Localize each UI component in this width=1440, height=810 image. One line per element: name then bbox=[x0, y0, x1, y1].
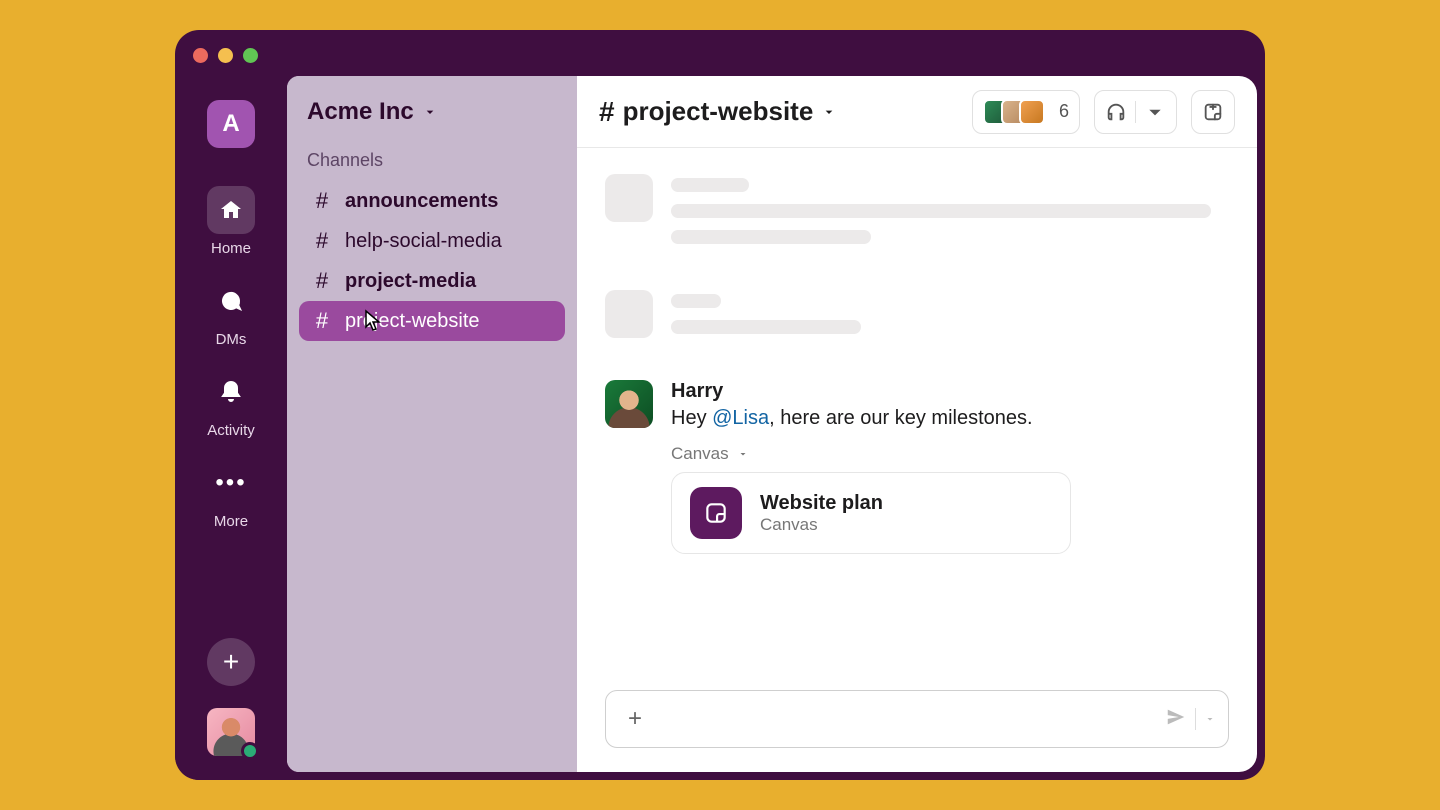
channel-project-media[interactable]: # project-media bbox=[299, 261, 565, 301]
channel-label: project-media bbox=[345, 270, 476, 293]
workspace-name-label: Acme Inc bbox=[307, 98, 414, 126]
hash-icon: # bbox=[313, 188, 331, 214]
window-close-button[interactable] bbox=[193, 48, 208, 63]
home-icon bbox=[207, 186, 255, 234]
channel-sidebar: Acme Inc Channels # announcements # help-so… bbox=[287, 76, 577, 772]
app-window: A Home DMs Activity bbox=[175, 30, 1265, 780]
ellipsis-icon: ••• bbox=[207, 459, 255, 507]
user-menu[interactable] bbox=[207, 708, 255, 756]
attachment-type-label[interactable]: Canvas bbox=[671, 444, 1229, 464]
member-count: 6 bbox=[1059, 101, 1069, 122]
channel-announcements[interactable]: # announcements bbox=[299, 181, 565, 221]
channel-label: help-social-media bbox=[345, 230, 502, 253]
nav-more[interactable]: ••• More bbox=[175, 449, 287, 540]
channel-title-button[interactable]: # project-website bbox=[599, 96, 837, 128]
nav-more-label: More bbox=[214, 513, 248, 530]
presence-indicator bbox=[241, 742, 259, 760]
skeleton-message bbox=[605, 290, 1229, 346]
message-avatar[interactable] bbox=[605, 380, 653, 428]
attachment-title: Website plan bbox=[760, 492, 883, 515]
message-composer[interactable]: + bbox=[605, 690, 1229, 748]
channels-section-label: Channels bbox=[299, 150, 565, 171]
channel-help-social-media[interactable]: # help-social-media bbox=[299, 221, 565, 261]
nav-home[interactable]: Home bbox=[175, 176, 287, 267]
canvas-icon bbox=[690, 487, 742, 539]
message: Harry Hey @Lisa, here are our key milest… bbox=[605, 380, 1229, 554]
message-author[interactable]: Harry bbox=[671, 380, 1229, 403]
channel-label: project-website bbox=[345, 310, 480, 333]
hash-icon: # bbox=[313, 268, 331, 294]
nav-activity-label: Activity bbox=[207, 422, 255, 439]
channel-title-label: project-website bbox=[623, 96, 814, 127]
composer-attach-button[interactable]: + bbox=[618, 702, 652, 736]
headphones-icon bbox=[1105, 101, 1127, 123]
channel-view: # project-website 6 bbox=[577, 76, 1257, 772]
huddle-button[interactable] bbox=[1094, 90, 1177, 134]
nav-home-label: Home bbox=[211, 240, 251, 257]
window-controls bbox=[193, 48, 258, 63]
chat-icon bbox=[207, 277, 255, 325]
window-minimize-button[interactable] bbox=[218, 48, 233, 63]
message-text: Hey @Lisa, here are our key milestones. bbox=[671, 407, 1229, 430]
channel-canvas-button[interactable] bbox=[1191, 90, 1235, 134]
workspace-menu[interactable]: Acme Inc bbox=[299, 98, 565, 126]
chevron-down-icon bbox=[422, 104, 438, 120]
mention-link[interactable]: @Lisa bbox=[712, 407, 769, 429]
canvas-attachment[interactable]: Website plan Canvas bbox=[671, 472, 1071, 554]
nav-rail: A Home DMs Activity bbox=[175, 76, 287, 780]
nav-activity[interactable]: Activity bbox=[175, 358, 287, 449]
nav-dms-label: DMs bbox=[216, 331, 247, 348]
send-button[interactable] bbox=[1165, 706, 1187, 733]
chevron-down-icon[interactable] bbox=[1204, 713, 1216, 725]
window-maximize-button[interactable] bbox=[243, 48, 258, 63]
nav-dms[interactable]: DMs bbox=[175, 267, 287, 358]
attachment-subtitle: Canvas bbox=[760, 515, 883, 535]
create-new-button[interactable]: + bbox=[207, 638, 255, 686]
hash-icon: # bbox=[313, 228, 331, 254]
channel-members-button[interactable]: 6 bbox=[972, 90, 1080, 134]
chevron-down-icon bbox=[821, 104, 837, 120]
caret-down-icon bbox=[737, 448, 749, 460]
channel-label: announcements bbox=[345, 190, 498, 213]
channel-project-website[interactable]: # project-website bbox=[299, 301, 565, 341]
bell-icon bbox=[207, 368, 255, 416]
workspace-switcher[interactable]: A bbox=[207, 100, 255, 148]
message-list: Harry Hey @Lisa, here are our key milest… bbox=[577, 148, 1257, 690]
hash-icon: # bbox=[313, 308, 331, 334]
skeleton-message bbox=[605, 174, 1229, 256]
chevron-down-icon bbox=[1144, 101, 1166, 123]
hash-icon: # bbox=[599, 96, 615, 128]
canvas-icon bbox=[1202, 101, 1224, 123]
member-avatars bbox=[983, 99, 1045, 125]
main-panel: Acme Inc Channels # announcements # help-so… bbox=[287, 76, 1257, 772]
channel-header: # project-website 6 bbox=[577, 76, 1257, 148]
